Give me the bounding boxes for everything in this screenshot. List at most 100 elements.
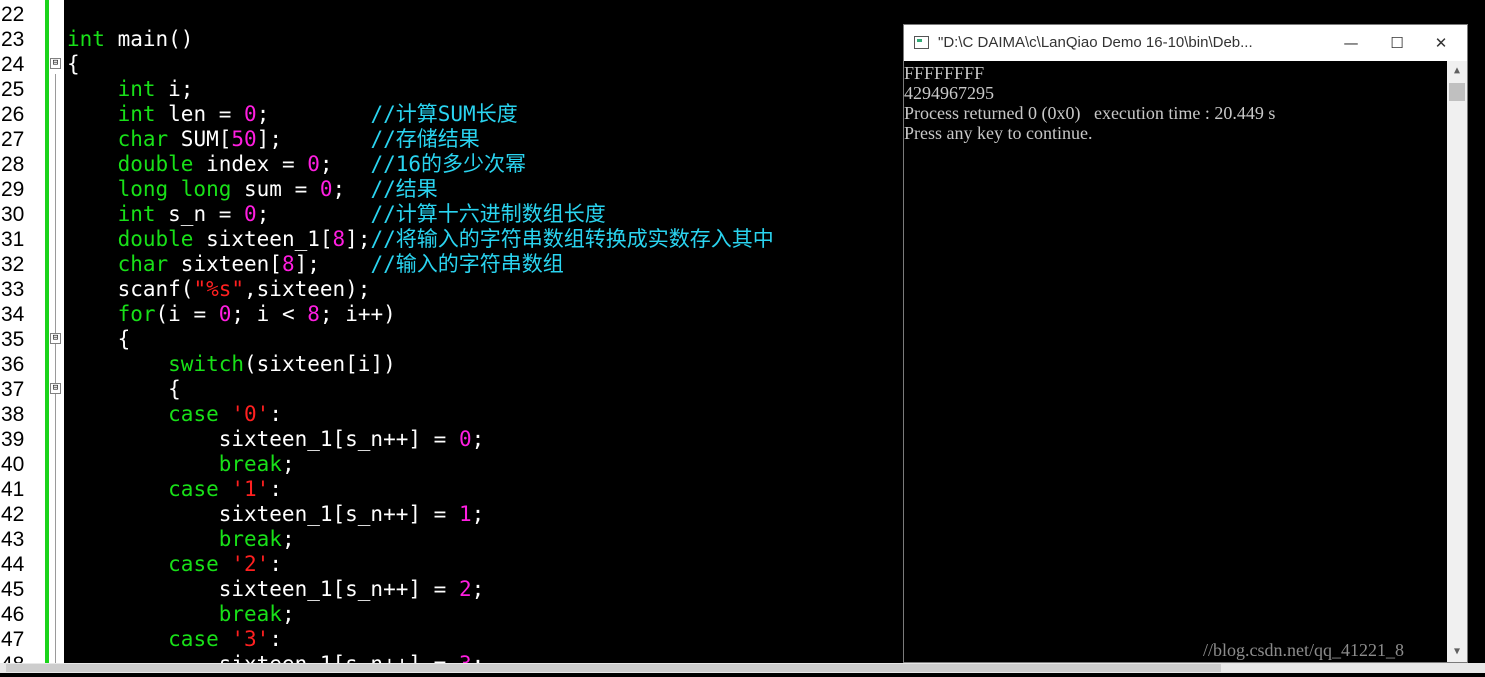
fold-toggle-icon[interactable]: ⊟ bbox=[50, 383, 61, 394]
code-token: "%s" bbox=[193, 277, 245, 301]
code-line[interactable]: int s_n = 0; //计算十六进制数组长度 bbox=[67, 202, 606, 227]
code-token: //输入的字符串数组 bbox=[370, 252, 564, 276]
code-token: '3' bbox=[231, 627, 270, 651]
code-token: { bbox=[67, 327, 131, 351]
code-token: '1' bbox=[231, 477, 270, 501]
code-token: : bbox=[269, 627, 282, 651]
code-token: //计算SUM长度 bbox=[370, 102, 518, 126]
code-token: index = bbox=[193, 152, 308, 176]
line-number: 32 bbox=[1, 253, 25, 276]
code-line[interactable]: { bbox=[67, 377, 181, 402]
horizontal-scrollbar[interactable] bbox=[0, 663, 1485, 673]
code-editor[interactable]: int main(){ int i; int len = 0; //计算SUM长… bbox=[64, 0, 904, 663]
code-token: (i = bbox=[155, 302, 219, 326]
code-token: 0 bbox=[218, 302, 232, 326]
code-token: break bbox=[218, 602, 282, 626]
code-token: case bbox=[168, 552, 219, 576]
code-token: double bbox=[117, 152, 194, 176]
code-line[interactable]: long long sum = 0; //结果 bbox=[67, 177, 438, 202]
line-number: 24 bbox=[1, 53, 25, 76]
code-token: 0 bbox=[319, 177, 333, 201]
code-token: main() bbox=[104, 27, 194, 51]
code-token: //将输入的字符串数组转换成实数存入其中 bbox=[370, 227, 774, 251]
code-token: for bbox=[117, 302, 156, 326]
console-output-line: Process returned 0 (0x0) execution time … bbox=[904, 103, 1276, 123]
console-window[interactable]: "D:\C DAIMA\c\LanQiao Demo 16-10\bin\Deb… bbox=[903, 24, 1468, 663]
close-button[interactable]: ✕ bbox=[1421, 28, 1461, 58]
scroll-down-icon[interactable]: ▼ bbox=[1447, 644, 1467, 660]
line-number: 23 bbox=[1, 28, 25, 51]
line-number: 41 bbox=[1, 478, 25, 501]
code-token: i; bbox=[155, 77, 194, 101]
code-line[interactable]: case '2': bbox=[67, 552, 282, 577]
code-line[interactable]: int main() bbox=[67, 27, 193, 52]
console-titlebar[interactable]: "D:\C DAIMA\c\LanQiao Demo 16-10\bin\Deb… bbox=[904, 25, 1467, 61]
scroll-up-icon[interactable]: ▲ bbox=[1447, 63, 1467, 79]
scrollbar-thumb[interactable] bbox=[1449, 83, 1465, 101]
code-token: sixteen_1[s_n++] = bbox=[67, 502, 459, 526]
code-token: s_n = bbox=[155, 202, 245, 226]
code-token: 0 bbox=[244, 202, 257, 226]
line-number: 38 bbox=[1, 403, 25, 426]
line-number: 47 bbox=[1, 628, 25, 651]
code-line[interactable]: switch(sixteen[i]) bbox=[67, 352, 396, 377]
code-line[interactable]: sixteen_1[s_n++] = 2; bbox=[67, 577, 485, 602]
code-token: //结果 bbox=[370, 177, 438, 201]
line-number: 44 bbox=[1, 553, 25, 576]
code-line[interactable]: for(i = 0; i < 8; i++) bbox=[67, 302, 396, 327]
code-token: double bbox=[117, 227, 194, 251]
console-output-line: 4294967295 bbox=[904, 83, 994, 103]
code-token: sum = bbox=[231, 177, 320, 201]
code-token: case bbox=[168, 627, 219, 651]
code-token: ; bbox=[281, 527, 295, 551]
code-line[interactable]: double index = 0; //16的多少次幂 bbox=[67, 152, 526, 177]
code-line[interactable]: double sixteen_1[8];//将输入的字符串数组转换成实数存入其中 bbox=[67, 227, 774, 252]
code-line[interactable]: break; bbox=[67, 602, 295, 627]
fold-toggle-icon[interactable]: ⊟ bbox=[50, 333, 61, 344]
code-token: ]; bbox=[256, 127, 371, 151]
code-line[interactable]: char SUM[50]; //存储结果 bbox=[67, 127, 480, 152]
code-line[interactable]: char sixteen[8]; //输入的字符串数组 bbox=[67, 252, 564, 277]
console-vertical-scrollbar[interactable]: ▲ ▼ bbox=[1447, 61, 1467, 662]
code-token: '2' bbox=[231, 552, 270, 576]
code-line[interactable]: case '0': bbox=[67, 402, 282, 427]
line-number: 35 bbox=[1, 328, 25, 351]
code-line[interactable]: sixteen_1[s_n++] = 1; bbox=[67, 502, 485, 527]
line-number: 34 bbox=[1, 303, 25, 326]
scrollbar-thumb[interactable] bbox=[6, 664, 1221, 672]
code-token: ; bbox=[256, 202, 371, 226]
code-line[interactable]: case '1': bbox=[67, 477, 282, 502]
code-token: sixteen_1[s_n++] = bbox=[67, 652, 459, 663]
code-line[interactable]: break; bbox=[67, 452, 295, 477]
minimize-button[interactable]: — bbox=[1331, 28, 1371, 58]
code-line[interactable]: { bbox=[67, 327, 131, 352]
code-line[interactable]: sixteen_1[s_n++] = 0; bbox=[67, 427, 485, 452]
code-token: len = bbox=[155, 102, 245, 126]
line-number: 45 bbox=[1, 578, 25, 601]
changed-lines-marker bbox=[45, 0, 49, 663]
code-line[interactable]: break; bbox=[67, 527, 295, 552]
code-token: 50 bbox=[231, 127, 257, 151]
code-token: (sixteen[i]) bbox=[244, 352, 396, 376]
code-token: sixteen_1[s_n++] = bbox=[67, 427, 459, 451]
code-line[interactable]: int len = 0; //计算SUM长度 bbox=[67, 102, 518, 127]
code-token: { bbox=[67, 377, 181, 401]
line-number: 22 bbox=[1, 3, 25, 26]
console-app-icon bbox=[914, 36, 929, 49]
code-line[interactable]: sixteen_1[s_n++] = 3; bbox=[67, 652, 485, 663]
code-line[interactable]: { bbox=[67, 52, 80, 77]
code-line[interactable]: int i; bbox=[67, 77, 194, 102]
maximize-button[interactable]: ☐ bbox=[1377, 28, 1417, 58]
code-line[interactable]: case '3': bbox=[67, 627, 282, 652]
code-line[interactable]: scanf("%s",sixteen); bbox=[67, 277, 371, 302]
code-token: ; bbox=[319, 152, 371, 176]
fold-toggle-icon[interactable]: ⊟ bbox=[50, 58, 61, 69]
